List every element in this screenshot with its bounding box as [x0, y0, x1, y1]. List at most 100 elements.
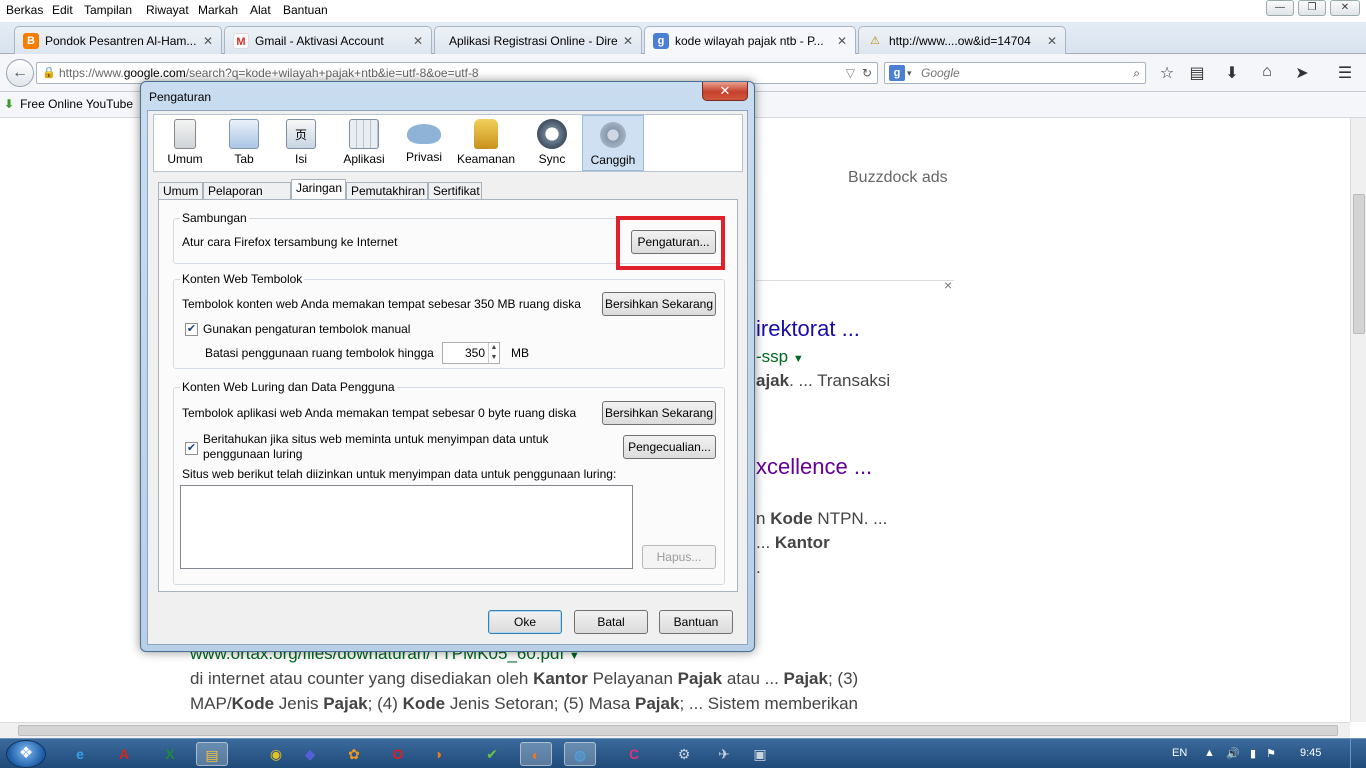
bold-text: Kode — [231, 694, 275, 713]
scrollbar-thumb[interactable] — [1353, 194, 1365, 334]
url-path: /search?q=kode+wilayah+pajak+ntb&ie=utf-… — [185, 66, 479, 80]
tab-pondok-pesantren[interactable]: B Pondok Pesantren Al-Ham... ✕ — [14, 26, 222, 54]
scrollbar-thumb[interactable] — [18, 725, 1338, 736]
menu-riwayat[interactable]: Riwayat — [146, 3, 189, 17]
taskbar-network-icon[interactable]: ⚙ — [668, 742, 700, 766]
taskbar-explorer-icon[interactable]: ▤ — [196, 742, 228, 766]
taskbar-paint-icon[interactable]: ✿ — [338, 742, 370, 766]
clear-cache-button[interactable]: Bersihkan Sekarang — [602, 292, 716, 316]
minimize-button[interactable]: — — [1266, 0, 1294, 16]
pane-sync[interactable]: Sync — [526, 115, 578, 171]
close-tab-icon[interactable]: ✕ — [623, 34, 633, 48]
menu-icon[interactable]: ☰ — [1334, 63, 1356, 83]
menu-alat[interactable]: Alat — [250, 3, 271, 17]
ok-button[interactable]: Oke — [488, 610, 562, 634]
close-tab-icon[interactable]: ✕ — [837, 34, 847, 48]
network-tray-icon[interactable]: ▮ — [1250, 747, 1256, 760]
taskbar-acrobat-icon[interactable]: A — [108, 742, 140, 766]
back-button[interactable]: ← — [6, 59, 34, 87]
pane-umum[interactable]: Umum — [158, 115, 212, 171]
download-icon[interactable]: ⬇ — [1221, 63, 1243, 83]
result-1-url[interactable]: -ssp ▼ — [756, 347, 804, 367]
flag-icon[interactable]: ⚑ — [1266, 747, 1276, 760]
close-tab-icon[interactable]: ✕ — [203, 34, 213, 48]
subtab-umum[interactable]: Umum — [158, 182, 203, 200]
snippet-text: NTPN. ... — [812, 509, 888, 528]
tab-http-link[interactable]: ⚠ http://www....ow&id=14704 ✕ — [858, 26, 1066, 54]
subtab-pemutakhiran[interactable]: Pemutakhiran — [346, 182, 428, 200]
bookmark-star-icon[interactable]: ☆ — [1156, 63, 1178, 83]
result-2-title[interactable]: xcellence ... — [756, 454, 872, 480]
reload-icon[interactable]: ↻ — [862, 63, 872, 83]
dialog-close-button[interactable]: ✕ — [702, 82, 748, 101]
cache-limit-spinner[interactable]: 350 ▲ ▼ — [442, 342, 500, 364]
start-button[interactable]: ❖ — [6, 740, 46, 768]
cancel-button[interactable]: Batal — [574, 610, 648, 634]
close-tab-icon[interactable]: ✕ — [413, 34, 423, 48]
bookmark-item[interactable]: ⬇ Free Online YouTube — [4, 97, 133, 111]
pane-isi[interactable]: 页 Isi — [276, 115, 326, 171]
taskbar-display-icon[interactable]: ▣ — [744, 742, 776, 766]
subtab-pelaporan-data[interactable]: Pelaporan Data — [203, 182, 291, 214]
taskbar-ie-icon[interactable]: e — [64, 742, 96, 766]
result-1-title[interactable]: irektorat ... — [756, 316, 860, 342]
subtab-jaringan-active[interactable]: Jaringan — [291, 179, 346, 200]
taskbar-media-icon[interactable]: ◆ — [294, 742, 326, 766]
pane-canggih-active[interactable]: Canggih — [582, 115, 644, 171]
tab-kode-wilayah-active[interactable]: g kode wilayah pajak ntb - P... ✕ — [644, 26, 856, 55]
bold-text: Pajak — [635, 694, 680, 713]
ads-label[interactable]: Buzzdock ads — [848, 169, 948, 187]
offline-notify-checkbox[interactable]: ✔ — [185, 442, 198, 455]
search-engine-icon[interactable]: g — [889, 65, 905, 81]
remove-site-button[interactable]: Hapus... — [642, 545, 716, 569]
vertical-scrollbar[interactable] — [1350, 118, 1366, 722]
taskbar-excel-icon[interactable]: X — [154, 742, 186, 766]
dropdown-icon[interactable]: ▽ — [846, 63, 855, 83]
taskbar-app-icon[interactable]: ◑ — [422, 742, 454, 766]
clear-offline-button[interactable]: Bersihkan Sekarang — [602, 401, 716, 425]
allowed-sites-list[interactable] — [180, 485, 633, 569]
volume-icon[interactable]: 🔊 — [1226, 747, 1240, 760]
chevron-down-icon[interactable]: ▾ — [907, 63, 912, 83]
spin-up-icon[interactable]: ▲ — [488, 343, 499, 353]
manual-cache-checkbox[interactable]: ✔ — [185, 323, 198, 336]
taskbar-chrome-icon[interactable]: ◉ — [260, 742, 292, 766]
bookmarks-list-icon[interactable]: ▤ — [1186, 63, 1208, 83]
send-icon[interactable]: ➤ — [1291, 63, 1313, 83]
menu-bantuan[interactable]: Bantuan — [283, 3, 328, 17]
tab-gmail[interactable]: M Gmail - Aktivasi Account ✕ — [224, 26, 432, 54]
menu-berkas[interactable]: Berkas — [6, 3, 43, 17]
menu-markah[interactable]: Markah — [198, 3, 238, 17]
close-ad-icon[interactable]: × — [944, 277, 952, 293]
search-box[interactable]: g ▾ Google ⌕ — [884, 62, 1146, 84]
close-window-button[interactable]: ✕ — [1330, 0, 1360, 16]
padlock-icon — [474, 119, 498, 149]
menu-edit[interactable]: Edit — [52, 3, 73, 17]
taskbar-swirl-icon[interactable]: ◍ — [564, 742, 596, 766]
taskbar-opera-icon[interactable]: O — [382, 742, 414, 766]
taskbar-firefox-icon[interactable]: ◐ — [520, 742, 552, 766]
snippet-text: n — [756, 509, 771, 528]
tab-aplikasi-registrasi[interactable]: Aplikasi Registrasi Online - Dire... ✕ — [434, 26, 642, 54]
restore-button[interactable]: ❐ — [1298, 0, 1326, 16]
pane-aplikasi[interactable]: Aplikasi — [334, 115, 394, 171]
search-icon[interactable]: ⌕ — [1133, 63, 1140, 83]
close-tab-icon[interactable]: ✕ — [1047, 34, 1057, 48]
show-desktop-button[interactable] — [1350, 739, 1362, 768]
exceptions-button[interactable]: Pengecualian... — [623, 435, 716, 459]
subtab-sertifikat[interactable]: Sertifikat — [428, 182, 482, 200]
menu-tampilan[interactable]: Tampilan — [84, 3, 132, 17]
clock[interactable]: 9:45 — [1300, 747, 1321, 759]
horizontal-scrollbar[interactable] — [0, 722, 1350, 738]
taskbar-tool-icon[interactable]: ✈ — [708, 742, 740, 766]
help-button[interactable]: Bantuan — [659, 610, 733, 634]
pane-privasi[interactable]: Privasi — [398, 115, 450, 171]
taskbar-excel2-icon[interactable]: ✔ — [476, 742, 508, 766]
taskbar-cclean-icon[interactable]: C — [618, 742, 650, 766]
home-icon[interactable]: ⌂ — [1256, 63, 1278, 81]
tray-arrow-icon[interactable]: ▲ — [1204, 747, 1215, 759]
pane-keamanan[interactable]: Keamanan — [454, 115, 518, 171]
spin-down-icon[interactable]: ▼ — [488, 353, 499, 363]
pane-tab[interactable]: Tab — [218, 115, 270, 171]
language-indicator[interactable]: EN — [1172, 747, 1187, 759]
